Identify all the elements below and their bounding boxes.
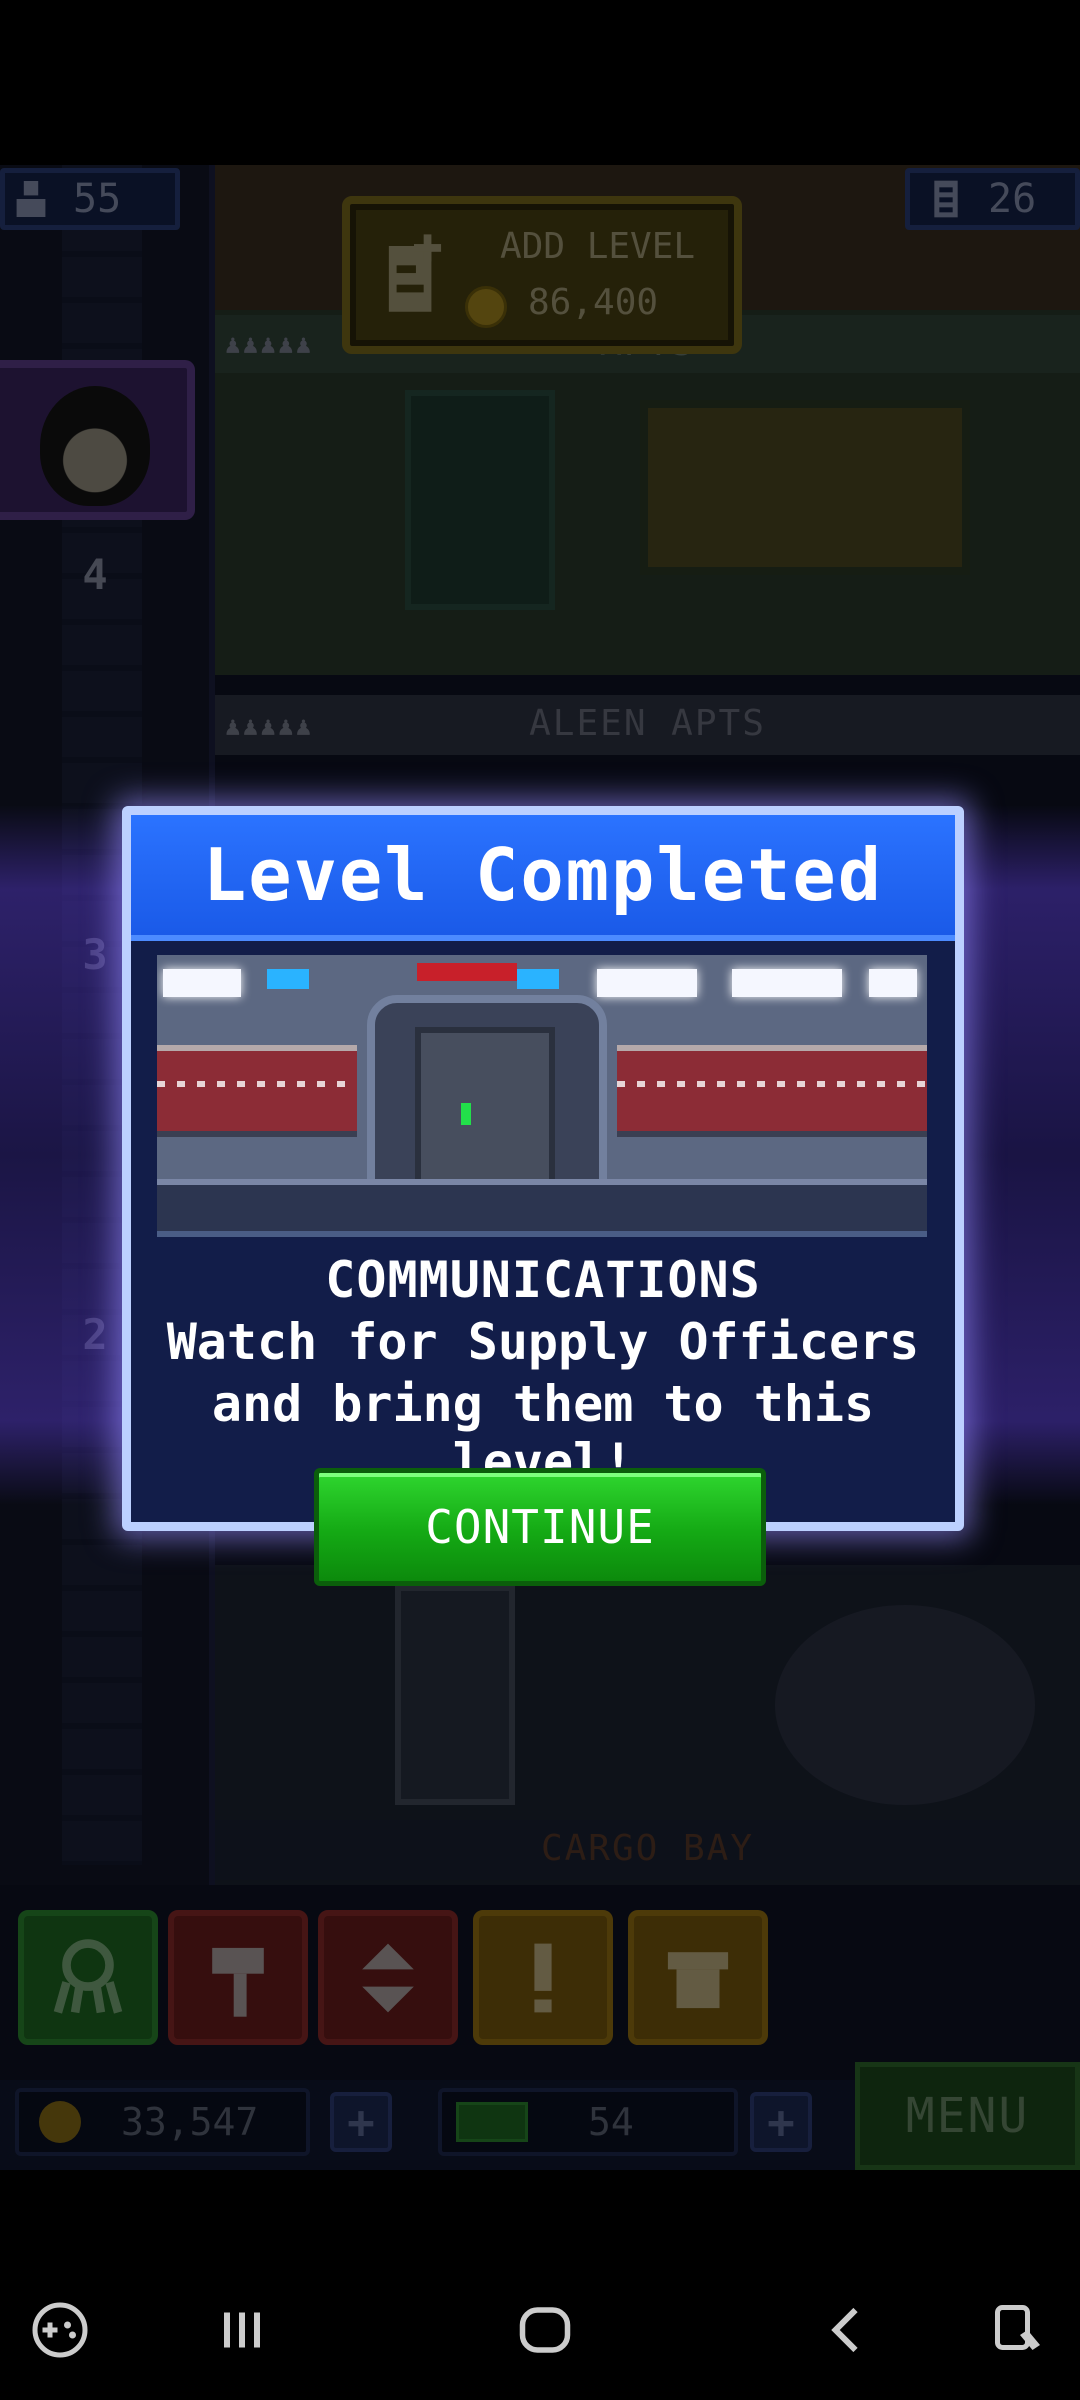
rotate-screen-icon — [995, 2305, 1040, 2350]
dialog-header: Level Completed — [131, 815, 955, 941]
home-icon — [519, 2307, 571, 2353]
room-name: COMMUNICATIONS — [325, 1251, 761, 1309]
game-tools-button[interactable] — [20, 2290, 100, 2370]
level-completed-dialog: Level Completed COMMUNICATIONS Watch for… — [122, 806, 964, 1531]
recent-apps-icon — [224, 2312, 260, 2348]
dialog-title: Level Completed — [202, 833, 884, 917]
home-button[interactable] — [505, 2290, 585, 2370]
room-description-line-1: Watch for Supply Officers — [166, 1313, 920, 1371]
continue-label: CONTINUE — [425, 1500, 655, 1554]
room-preview-image — [157, 955, 927, 1237]
rotate-screen-button[interactable] — [980, 2290, 1060, 2370]
recent-apps-button[interactable] — [202, 2290, 282, 2370]
back-icon — [831, 2307, 858, 2353]
continue-button[interactable]: CONTINUE — [314, 1468, 766, 1586]
back-button[interactable] — [808, 2290, 888, 2370]
gamepad-icon — [32, 2302, 88, 2358]
